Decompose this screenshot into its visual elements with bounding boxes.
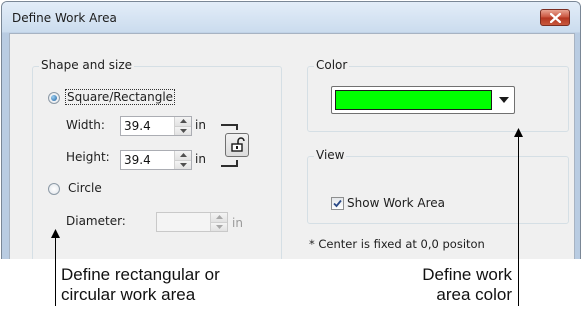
aspect-lock-button[interactable] bbox=[225, 133, 249, 157]
define-work-area-dialog: Define Work Area Shape and size Square/R… bbox=[1, 1, 581, 259]
height-unit: in bbox=[195, 152, 206, 166]
unlock-icon bbox=[231, 137, 245, 152]
diameter-spinner[interactable] bbox=[210, 213, 227, 231]
height-input[interactable]: 39.4 bbox=[120, 150, 192, 170]
width-input[interactable]: 39.4 bbox=[120, 116, 192, 136]
color-label: Color bbox=[314, 58, 350, 72]
right-callout-line bbox=[518, 131, 519, 306]
left-callout-line-2: circular work area bbox=[61, 285, 196, 304]
lock-bracket-side-top bbox=[236, 124, 238, 130]
spin-down-icon bbox=[215, 224, 223, 229]
width-unit: in bbox=[195, 118, 206, 132]
color-dropdown[interactable] bbox=[331, 86, 515, 114]
width-increment-button[interactable] bbox=[175, 117, 191, 127]
square-rectangle-label[interactable]: Square/Rectangle bbox=[64, 89, 176, 105]
lock-bracket-bottom bbox=[221, 165, 237, 167]
lock-bracket-top bbox=[221, 124, 237, 126]
page: Define Work Area Shape and size Square/R… bbox=[0, 0, 584, 311]
width-spinner[interactable] bbox=[174, 117, 191, 135]
dialog-body: Shape and size Square/Rectangle Width: 3… bbox=[9, 33, 575, 259]
diameter-increment-button[interactable] bbox=[211, 213, 227, 223]
diameter-input[interactable] bbox=[156, 212, 228, 232]
right-callout-line-2: area color bbox=[436, 285, 512, 304]
circle-label[interactable]: Circle bbox=[68, 181, 102, 195]
show-work-area-label[interactable]: Show Work Area bbox=[347, 196, 445, 210]
close-icon bbox=[550, 13, 561, 23]
left-callout-text: Define rectangular or circular work area bbox=[61, 265, 220, 305]
right-callout-arrowhead bbox=[514, 128, 523, 137]
dropdown-arrow-icon bbox=[499, 97, 509, 103]
window-title: Define Work Area bbox=[12, 11, 117, 25]
width-decrement-button[interactable] bbox=[175, 126, 191, 135]
color-group: Color bbox=[307, 58, 569, 132]
center-note: * Center is fixed at 0,0 positon bbox=[309, 237, 485, 251]
view-group: View Show Work Area bbox=[307, 148, 569, 224]
diameter-unit: in bbox=[232, 216, 243, 230]
height-label: Height: bbox=[66, 150, 110, 164]
spin-up-icon bbox=[215, 215, 223, 220]
diameter-label: Diameter: bbox=[66, 214, 126, 228]
right-callout-text: Define work area color bbox=[400, 265, 512, 305]
spin-up-icon bbox=[179, 153, 187, 158]
shape-and-size-label: Shape and size bbox=[39, 58, 135, 72]
title-bar: Define Work Area bbox=[2, 2, 580, 32]
left-callout-line-1: Define rectangular or bbox=[61, 265, 220, 284]
close-button[interactable] bbox=[540, 9, 570, 26]
left-callout-arrowhead bbox=[51, 229, 60, 238]
right-callout-line-1: Define work bbox=[422, 265, 512, 284]
shape-and-size-group: Shape and size Square/Rectangle Width: 3… bbox=[32, 58, 282, 259]
width-label: Width: bbox=[66, 118, 105, 132]
height-increment-button[interactable] bbox=[175, 151, 191, 161]
circle-radio[interactable] bbox=[48, 183, 60, 195]
diameter-decrement-button[interactable] bbox=[211, 222, 227, 231]
spin-down-icon bbox=[179, 128, 187, 133]
color-swatch bbox=[335, 90, 492, 110]
height-decrement-button[interactable] bbox=[175, 160, 191, 169]
square-rectangle-radio[interactable] bbox=[48, 92, 60, 104]
view-label: View bbox=[314, 148, 347, 162]
height-spinner[interactable] bbox=[174, 151, 191, 169]
spin-up-icon bbox=[179, 119, 187, 124]
spin-down-icon bbox=[179, 162, 187, 167]
show-work-area-checkbox[interactable] bbox=[331, 197, 344, 210]
lock-bracket-side-bottom bbox=[236, 160, 238, 167]
left-callout-line bbox=[55, 232, 56, 306]
checkmark-icon bbox=[333, 199, 342, 208]
